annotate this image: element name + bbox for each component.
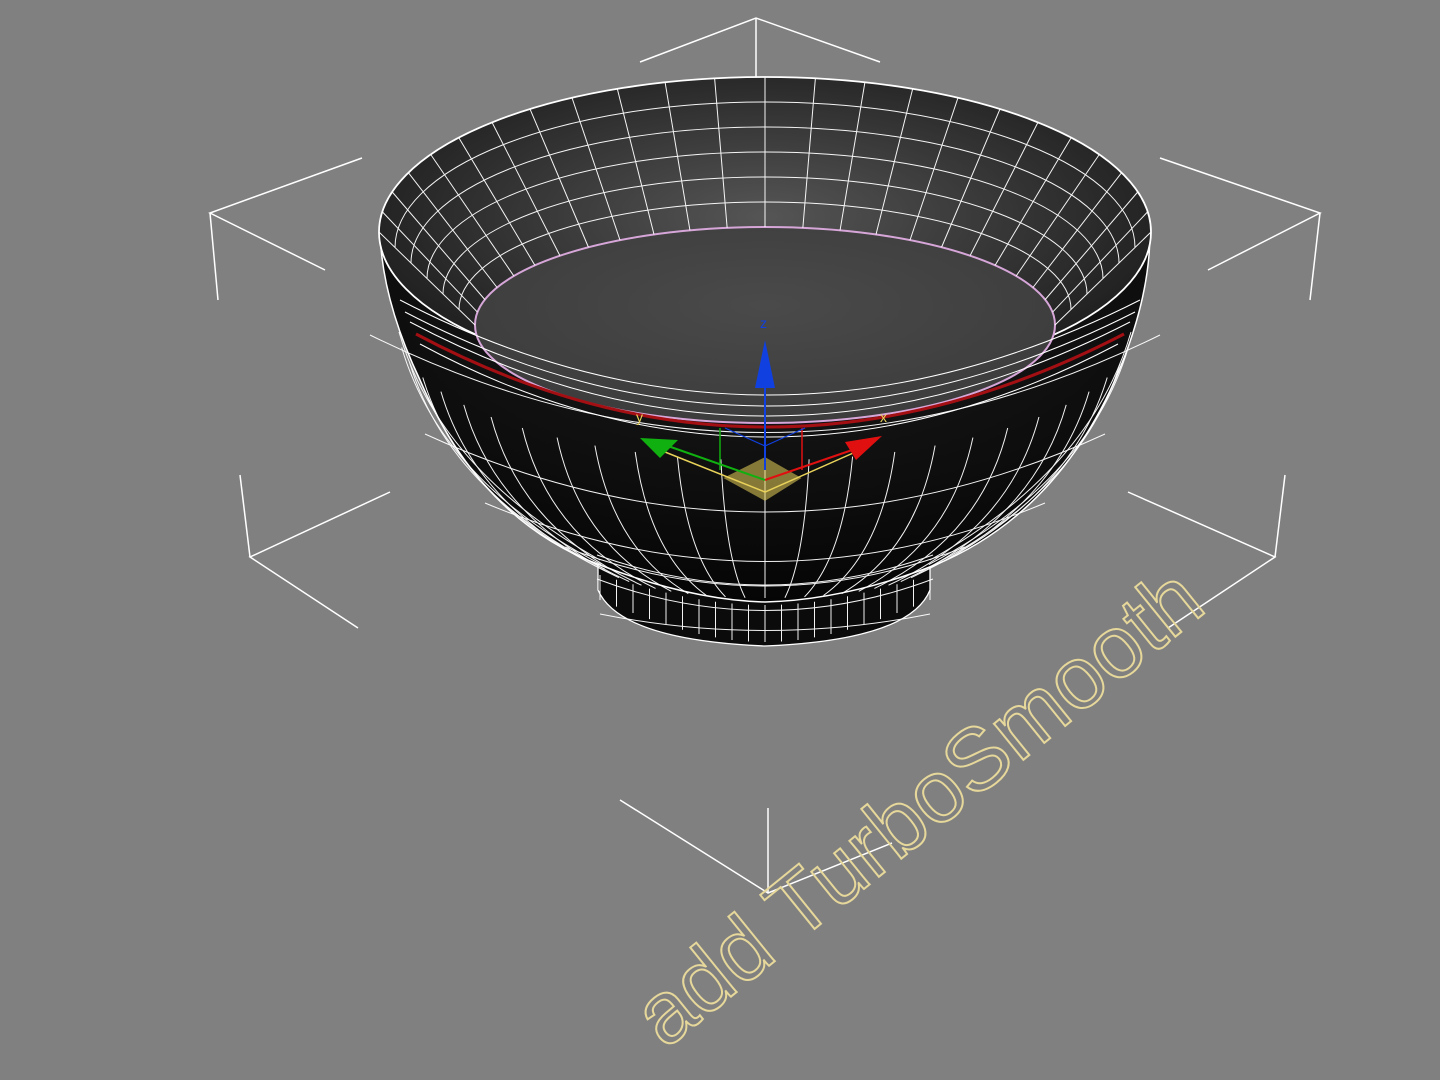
bbox-corner-lower-left-vertical [239,474,251,558]
bbox-corner-lower-right-vertical [1274,474,1286,558]
gizmo-x-label: x [880,409,887,425]
bbox-corner-left [208,157,363,271]
gizmo-y-label: y [636,409,643,425]
viewport-canvas[interactable]: z x y add TurboSmooth [0,0,1440,1080]
bbox-corner-top [639,17,881,63]
gizmo-z-label: z [760,315,767,331]
bbox-corner-right [1159,157,1322,271]
3d-viewport[interactable]: z x y add TurboSmooth [0,0,1440,1080]
bbox-corner-left-vertical [209,212,219,301]
bbox-corner-right-vertical [1309,212,1321,301]
bbox-corner-lower-left [248,491,391,629]
